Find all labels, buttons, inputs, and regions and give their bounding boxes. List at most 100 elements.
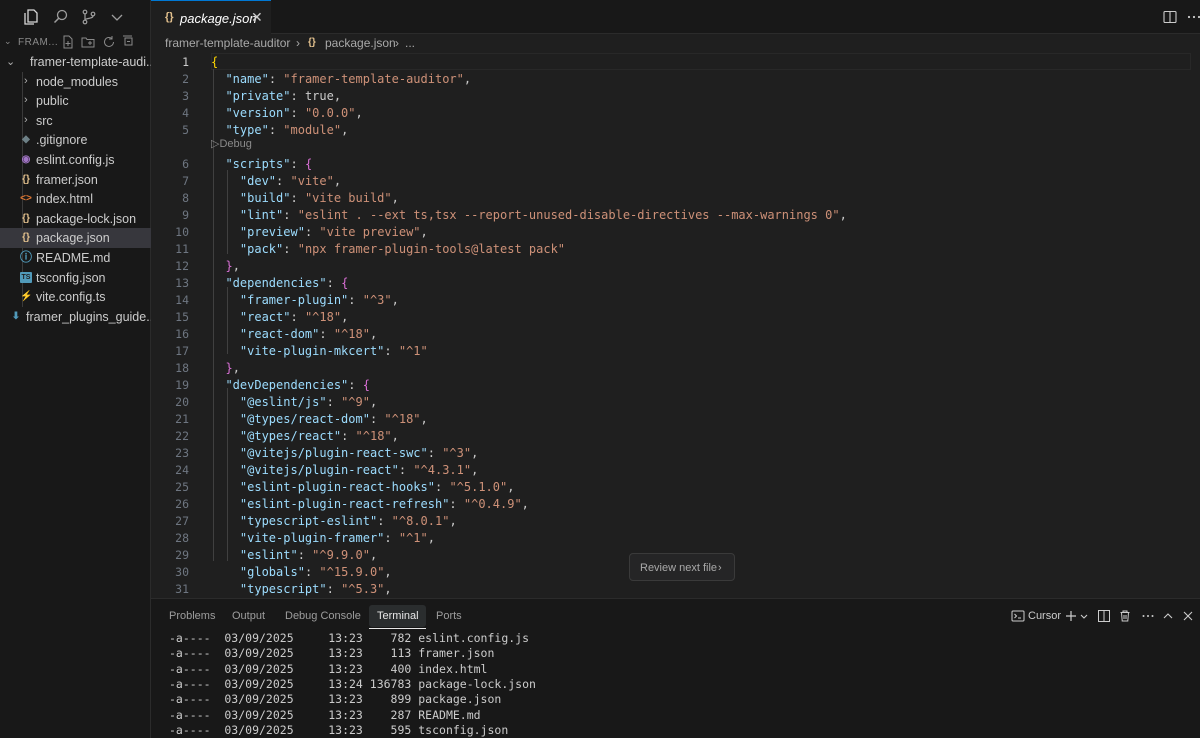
tab-ports[interactable]: Ports [436,610,462,622]
code-line[interactable]: }, [211,360,239,377]
code-line[interactable]: "pack": "npx framer-plugin-tools@latest … [211,241,565,258]
code-line[interactable]: "private": true, [211,88,341,105]
terminal-name[interactable]: Cursor [1028,610,1061,622]
new-folder-icon[interactable] [81,35,95,49]
code-line[interactable]: { [211,54,218,71]
code-line[interactable]: "vite-plugin-mkcert": "^1" [211,343,428,360]
tree-file[interactable]: ⬇ framer_plugins_guide.... [0,307,151,327]
tree-file[interactable]: <> index.html [0,189,151,209]
code-token: "@types/react-dom" [239,412,370,426]
trash-icon[interactable] [1118,609,1132,623]
code-line[interactable]: "vite-plugin-framer": "^1", [211,530,435,547]
tab-debug-console[interactable]: Debug Console [285,610,361,622]
tree-folder[interactable]: › node_modules [0,71,151,92]
new-file-icon[interactable] [61,35,75,49]
close-icon[interactable]: ✕ [251,9,263,26]
code-line[interactable]: "typescript": "^5.3", [211,581,392,598]
code-line[interactable]: "dev": "vite", [211,173,341,190]
code-token: : [369,412,385,426]
tree-file[interactable]: ⚡ vite.config.ts [0,287,151,307]
code-line[interactable]: "eslint": "^9.9.0", [211,547,377,564]
code-token: : [304,225,320,239]
code-line[interactable]: "@vitejs/plugin-react-swc": "^3", [211,445,478,462]
code-line[interactable]: "devDependencies": { [211,377,370,394]
chevron-up-icon[interactable] [1161,609,1175,623]
tree-file[interactable]: ◆ .gitignore [0,130,151,150]
code-line[interactable]: "version": "0.0.0", [211,105,362,122]
split-editor-icon[interactable] [1162,9,1178,25]
code-line[interactable]: "lint": "eslint . --ext ts,tsx --report-… [211,207,847,224]
more-actions-icon[interactable] [1186,9,1200,25]
code-line[interactable]: "@vitejs/plugin-react": "^4.3.1", [211,462,478,479]
code-line[interactable]: "type": "module", [211,122,348,139]
code-line[interactable]: }, [211,258,239,275]
breadcrumb-file[interactable]: package.json [325,36,396,50]
code-token: : [283,242,298,256]
code-line[interactable]: "@types/react-dom": "^18", [211,411,428,428]
tree-file[interactable]: ⓘ README.md [0,247,151,268]
breadcrumb-more[interactable]: ... [405,36,415,50]
code-token: : [268,123,284,137]
tree-file[interactable]: {} package-lock.json [0,208,151,229]
close-icon[interactable] [1181,609,1195,623]
split-terminal-icon[interactable] [1097,609,1111,623]
files-icon[interactable] [17,4,45,30]
code-line[interactable]: "framer-plugin": "^3", [211,292,399,309]
chevron-down-icon[interactable] [1077,609,1088,623]
terminal-line: -a---- 03/09/2025 13:23 782 eslint.confi… [169,631,530,645]
review-next-file-button[interactable]: Review next file › [629,553,735,581]
line-number: 9 [182,208,189,222]
code-line[interactable]: "react-dom": "^18", [211,326,377,343]
code-line[interactable]: "eslint-plugin-react-refresh": "^0.4.9", [211,496,529,513]
line-number: 22 [175,429,189,443]
breadcrumb-separator: › [296,36,300,50]
chevron-down-icon[interactable] [108,8,126,26]
tab-package-json[interactable]: {} package.json ✕ [151,0,271,34]
code-line[interactable]: "typescript-eslint": "^8.0.1", [211,513,457,530]
code-line[interactable]: "globals": "^15.9.0", [211,564,392,581]
tree-folder[interactable]: › public [0,91,151,111]
code-token: "eslint" [239,548,298,562]
code-line[interactable]: "@eslint/js": "^9", [211,394,377,411]
breadcrumb: framer-template-auditor › {} package.jso… [151,34,1200,52]
code-token: "globals" [239,565,305,579]
search-icon[interactable] [52,8,70,26]
tree-root-folder[interactable]: ⌄ framer-template-audi... [0,52,151,72]
tree-file[interactable]: {} framer.json [0,169,151,190]
terminal-line: -a---- 03/09/2025 13:23 287 README.md [169,707,481,722]
code-line[interactable]: "build": "vite build", [211,190,399,207]
more-actions-icon[interactable] [1141,609,1155,623]
tab-terminal[interactable]: Terminal [377,610,419,622]
code-line[interactable]: "react": "^18", [211,309,348,326]
code-line[interactable]: "name": "framer-template-auditor", [211,71,471,88]
json-icon: {} [308,37,316,48]
terminal-icon [1011,609,1025,623]
tree-file[interactable]: TS tsconfig.json [0,267,151,288]
code-line[interactable]: "scripts": { [211,156,312,173]
tree-item-label: public [36,94,69,109]
code-line[interactable]: "preview": "vite preview", [211,224,428,241]
source-control-icon[interactable] [80,8,98,26]
breadcrumb-separator: › [395,36,399,50]
code-line[interactable]: "dependencies": { [211,275,348,292]
code-token: , [471,463,479,477]
file-tree: ⌄ framer-template-audi... › node_modules ›… [0,52,151,326]
tab-output[interactable]: Output [232,610,265,622]
bottom-panel: Problems Output Debug Console Terminal P… [151,598,1200,738]
code-line[interactable]: "eslint-plugin-react-hooks": "^5.1.0", [211,479,515,496]
refresh-icon[interactable] [102,35,116,49]
tree-folder[interactable]: › src [0,110,151,131]
add-terminal-icon[interactable] [1064,609,1078,623]
collapse-all-icon[interactable] [122,35,136,49]
breadcrumb-folder[interactable]: framer-template-auditor [165,36,290,50]
chevron-down-icon[interactable]: ⌄ [4,36,12,47]
tree-file[interactable]: {} package.json [0,228,151,248]
tree-file[interactable]: ◉ eslint.config.js [0,149,151,170]
code-line[interactable]: "@types/react": "^18", [211,428,399,445]
code-editor[interactable]: 1 2 3 4 5 6 7 8 9 10 11 12 13 14 15 16 17 18 19 20 21 22 23 24 2… [151,52,1200,598]
tree-item-label: package.json [36,231,110,246]
tab-problems[interactable]: Problems [169,610,215,622]
